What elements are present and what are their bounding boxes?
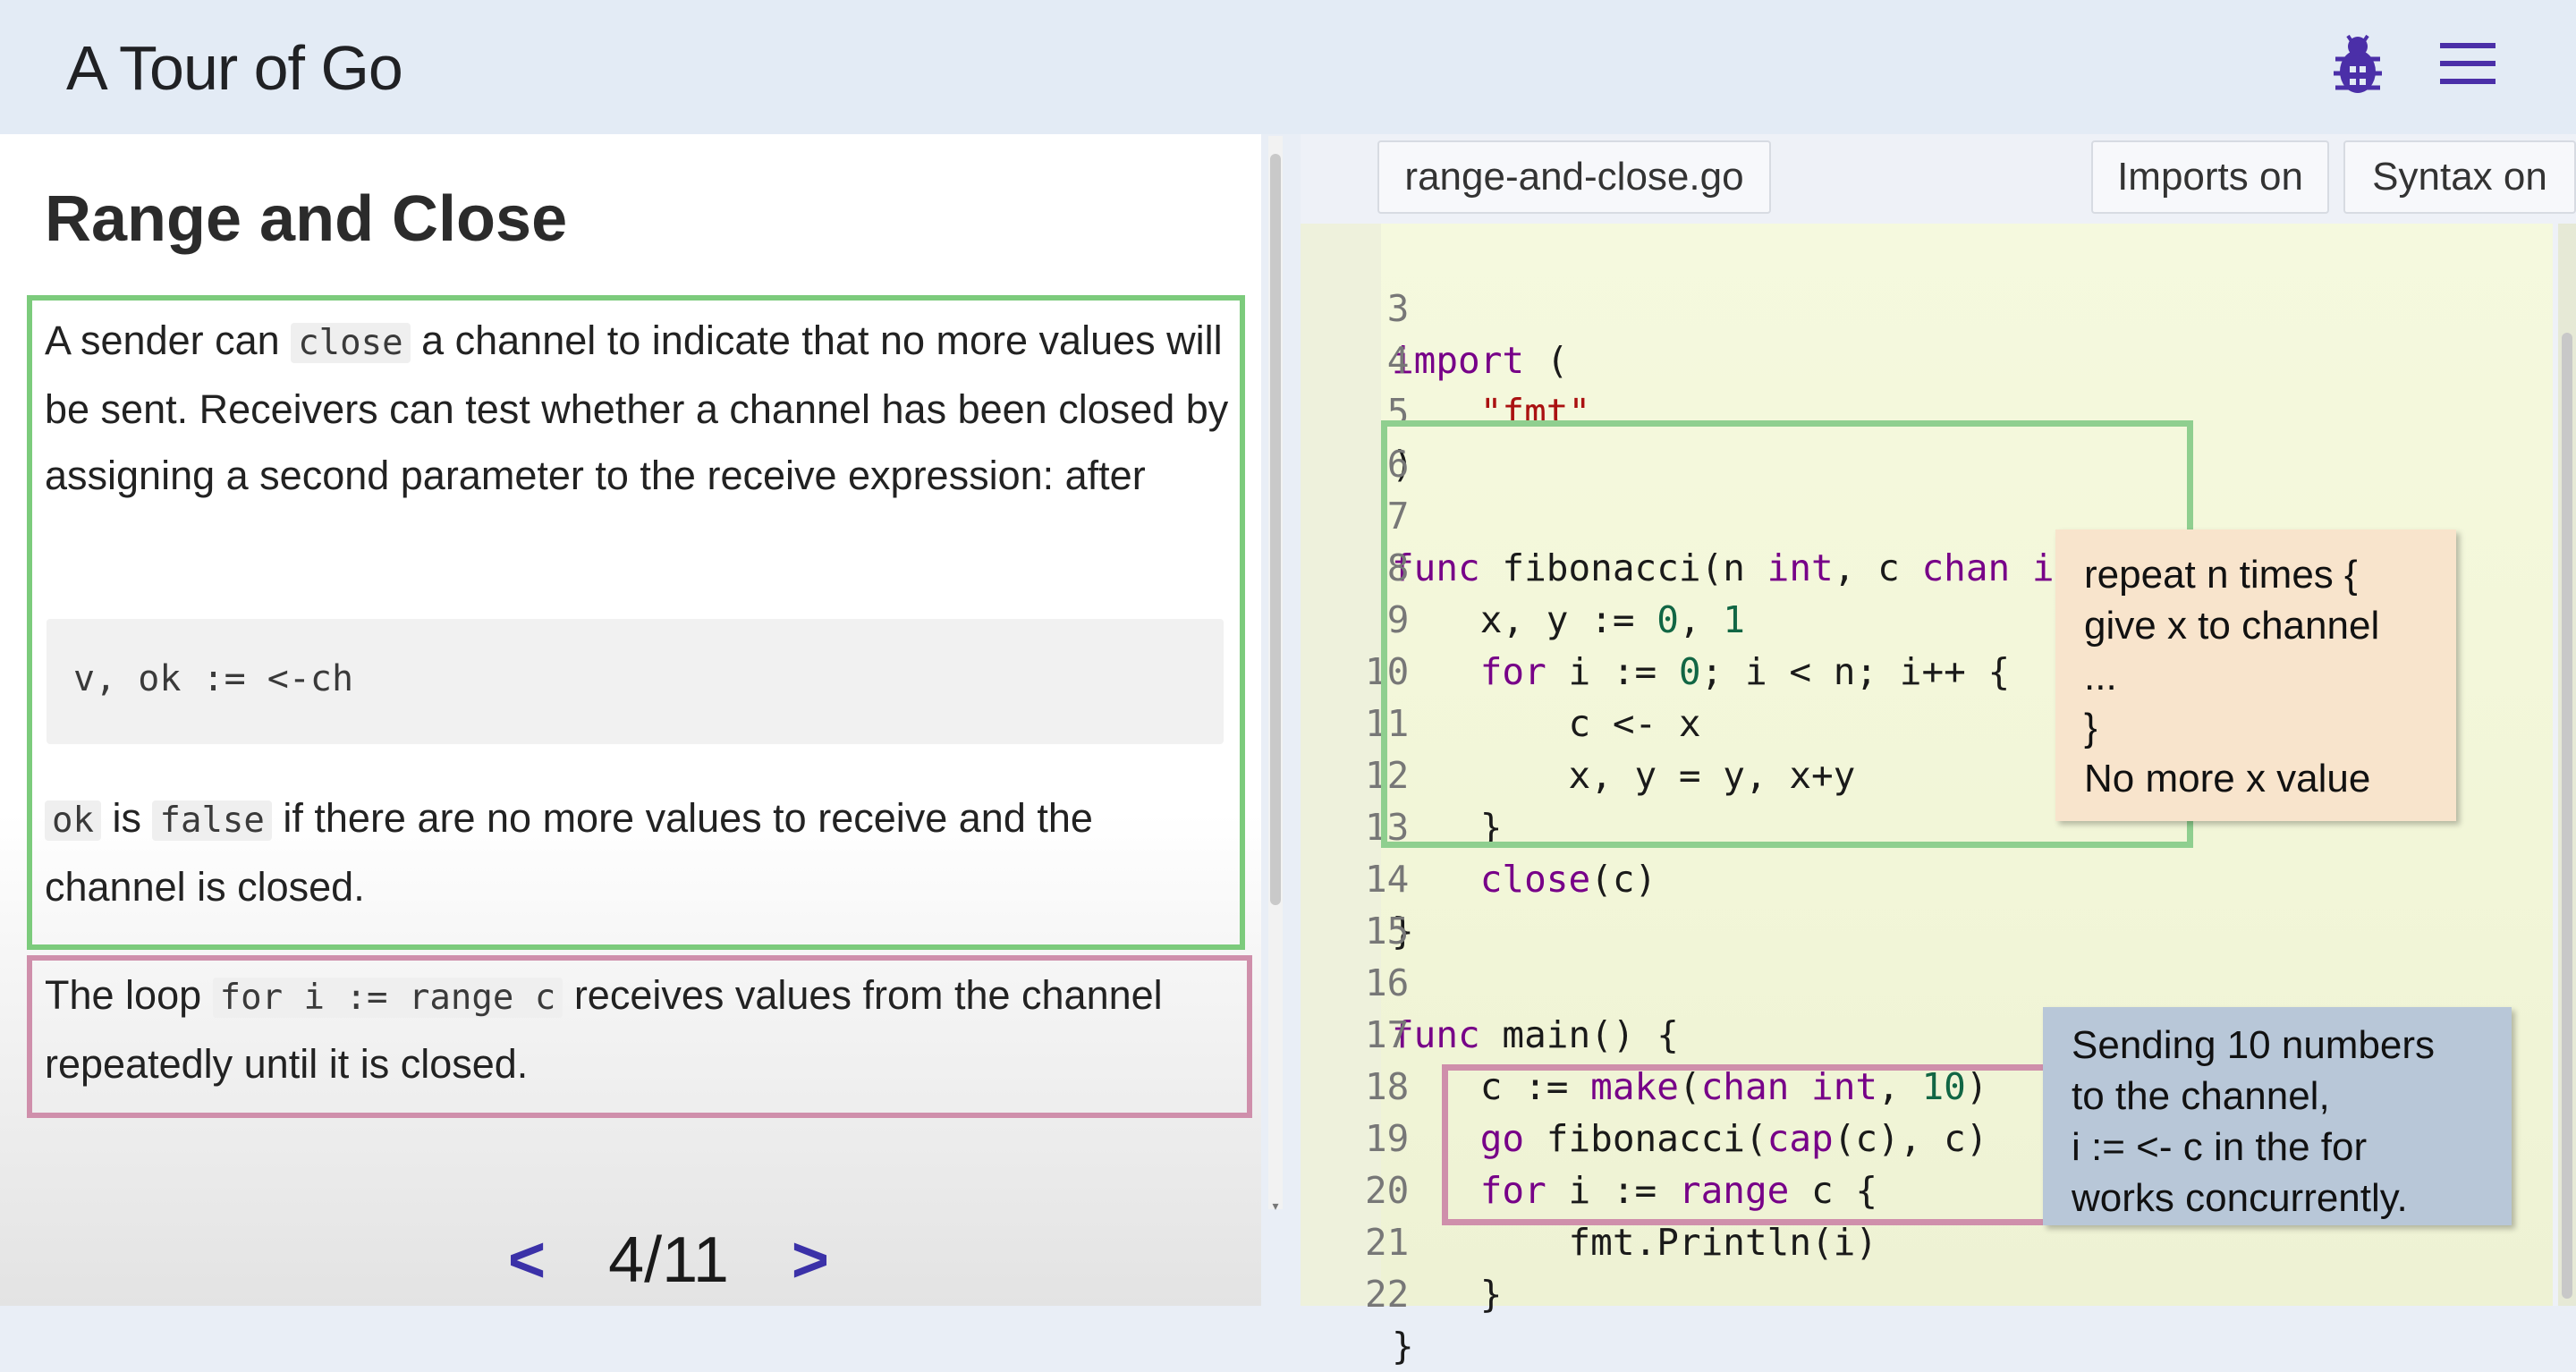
note-line: ... — [2084, 655, 2117, 699]
note-line: works concurrently. — [2072, 1176, 2408, 1220]
note-line: i := <- c in the for — [2072, 1125, 2368, 1169]
note-line: to the channel, — [2072, 1074, 2330, 1118]
top-bar: A Tour of Go — [0, 0, 2576, 134]
bug-icon[interactable] — [2330, 32, 2385, 98]
note-line: Sending 10 numbers — [2072, 1023, 2436, 1067]
code-line[interactable]: 17 c := make(chan int, 10) — [1301, 957, 2553, 1108]
pink-code-highlight-box — [1442, 1064, 2052, 1225]
code-line[interactable]: 3 import ( — [1301, 231, 2553, 382]
lesson-paragraph-2: ok is false if there are no more values … — [45, 785, 1234, 920]
annotation-note-blue: Sending 10 numbers to the channel, i := … — [2043, 1007, 2512, 1225]
line-number: 22 — [1365, 1273, 1410, 1316]
code-line[interactable]: 15 — [1301, 853, 2553, 953]
imports-toggle-button[interactable]: Imports on — [2091, 140, 2329, 214]
code-line[interactable]: 4 "fmt" — [1301, 283, 2553, 434]
note-line: No more x value — [2084, 757, 2371, 800]
prev-page-button[interactable]: < — [508, 1224, 546, 1296]
lesson-pane: Range and Close A sender can close a cha… — [0, 134, 1261, 1306]
code-line[interactable]: 16 func main() { — [1301, 905, 2553, 1056]
note-line: repeat n times { — [2084, 553, 2358, 597]
text: The loop — [45, 972, 213, 1018]
code-block: v, ok := <-ch — [47, 619, 1224, 744]
file-tab[interactable]: range-and-close.go — [1377, 140, 1771, 214]
note-line: give x to channel — [2084, 604, 2380, 648]
note-line: } — [2084, 706, 2097, 750]
scroll-down-arrow-icon[interactable]: ▾ — [1270, 1198, 1281, 1213]
text: A sender can — [45, 318, 292, 363]
code-text: } — [1392, 1325, 1414, 1368]
lesson-scrollbar-thumb[interactable] — [1270, 154, 1281, 905]
pager: < 4/11 > — [508, 1224, 829, 1297]
inline-code: for i := range c — [212, 978, 564, 1018]
app-title[interactable]: A Tour of Go — [66, 32, 403, 104]
menu-icon[interactable] — [2438, 41, 2497, 86]
lesson-paragraph-3: The loop for i := range c receives value… — [45, 962, 1234, 1097]
inline-code: false — [152, 800, 272, 841]
lesson-title: Range and Close — [45, 183, 568, 255]
code-block-text: v, ok := <-ch — [73, 658, 354, 699]
editor-scrollbar-thumb[interactable] — [2562, 333, 2572, 1299]
inline-code: ok — [45, 800, 101, 841]
lesson-paragraph-1: A sender can close a channel to indicate… — [45, 308, 1234, 509]
inline-code: close — [291, 323, 411, 363]
code-line[interactable]: 5 ) — [1301, 335, 2553, 486]
next-page-button[interactable]: > — [792, 1224, 829, 1296]
syntax-toggle-button[interactable]: Syntax on — [2343, 140, 2576, 214]
text: is — [100, 795, 153, 841]
page-indicator: 4/11 — [608, 1224, 729, 1296]
annotation-note-orange: repeat n times { give x to channel ... }… — [2055, 529, 2456, 821]
